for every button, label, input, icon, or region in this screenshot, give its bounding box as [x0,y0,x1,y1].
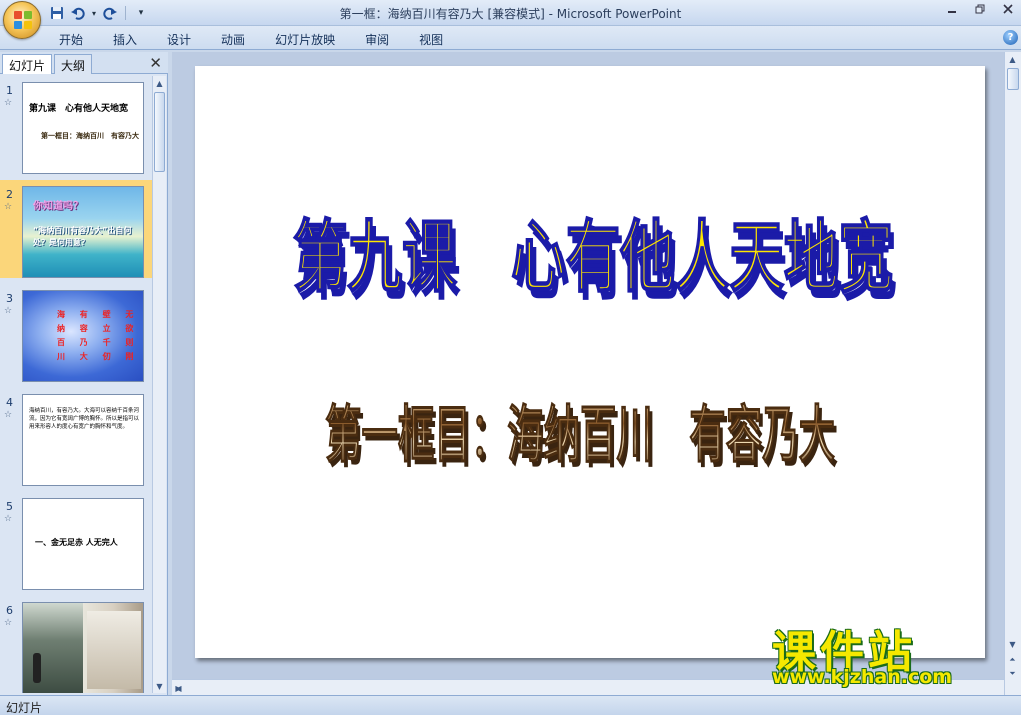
thumb-heading: 你知道吗？ [33,201,83,212]
photo-block-left [23,603,83,693]
thumbnail-image: 第九课 心有他人天地宽 第一框目：海纳百川 有容乃大 [22,82,144,174]
thumbnail-photo [22,602,144,693]
slide-thumbnail-6[interactable]: 6 ☆ [0,596,152,693]
thumbnail-image: 海 有 壁 无 纳 容 立 欲 百 乃 千 则 川 大 仞 刚 [22,290,144,382]
office-button[interactable] [3,1,41,39]
thumb-body: 海纳百川，有容乃大。大海可以容纳千百条河流，因为它有宽阔广博的胸怀。所以是指可以… [29,408,139,430]
previous-slide-icon[interactable]: ⏶ [1006,653,1019,667]
help-icon[interactable]: ? [1003,30,1018,45]
close-pane-icon[interactable]: ✕ [149,54,162,72]
slide-editor: 第九课 心有他人天地宽 第九课 心有他人天地宽 第一框目：海纳百川 有容乃大 第… [172,52,1021,695]
thumb-line-4: 川 大 仞 刚 [57,352,140,361]
minimize-icon[interactable] [945,2,959,16]
office-logo-icon [14,11,32,29]
thumb-title: 一、金无足赤 人无完人 [35,538,118,547]
close-icon[interactable] [1001,2,1015,16]
slide-number: 4 [6,396,13,409]
thumbnail-image: 一、金无足赤 人无完人 [22,498,144,590]
slide-thumbnail-1[interactable]: 1 ☆ 第九课 心有他人天地宽 第一框目：海纳百川 有容乃大 [0,76,152,174]
tab-home[interactable]: 开始 [44,29,98,50]
slide-subtitle: 第一框目：海纳百川 有容乃大 [325,398,835,471]
scroll-up-icon[interactable]: ▲ [1006,52,1019,66]
status-view-label: 幻灯片 [6,701,43,715]
tab-view[interactable]: 视图 [404,29,458,50]
window-title: 第一框：海纳百川有容乃大 [兼容模式] - Microsoft PowerPoi… [339,7,682,21]
slide-number: 1 [6,84,13,97]
watermark: 课件站 www.kjzhan.com [770,616,1005,696]
tab-design[interactable]: 设计 [152,29,206,50]
animation-star-icon: ☆ [4,202,13,212]
thumb-line-1: 海 有 壁 无 [57,310,140,319]
thumbnail-scrollbar[interactable]: ▲ ▼ [152,76,166,693]
scroll-down-icon[interactable]: ▼ [1006,637,1019,651]
thumb-line-3: 百 乃 千 则 [57,338,140,347]
slide-art: 第九课 心有他人天地宽 第九课 心有他人天地宽 第一框目：海纳百川 有容乃大 第… [292,212,897,476]
scroll-down-icon[interactable]: ▼ [153,679,166,693]
thumb-subtitle: 第一框目：海纳百川 有容乃大 [41,132,139,140]
slide-number: 2 [6,188,13,201]
tab-review[interactable]: 审阅 [350,29,404,50]
slide-thumbnail-2[interactable]: 2 ☆ 你知道吗？ “海纳百川有容乃大”出自何处？是何用意？ [0,180,152,278]
status-bar: 幻灯片 [0,695,1021,715]
slide-thumbnail-list: 1 ☆ 第九课 心有他人天地宽 第一框目：海纳百川 有容乃大 2 ☆ 你知道吗？… [0,76,152,693]
animation-star-icon: ☆ [4,98,13,108]
scrollbar-thumb[interactable] [154,92,165,172]
slide-canvas[interactable]: 第九课 心有他人天地宽 第九课 心有他人天地宽 第一框目：海纳百川 有容乃大 第… [195,66,985,658]
tab-slideshow[interactable]: 幻灯片放映 [260,29,350,50]
scroll-right-icon[interactable]: ▶ [172,681,185,695]
tab-outline[interactable]: 大纲 [54,54,93,74]
thumbnail-image: 你知道吗？ “海纳百川有容乃大”出自何处？是何用意？ [22,186,144,278]
slide-thumbnail-3[interactable]: 3 ☆ 海 有 壁 无 纳 容 立 欲 百 乃 千 则 川 大 仞 刚 [0,284,152,382]
photo-figure [33,653,41,683]
slide-vertical-scrollbar[interactable]: ▲ ▼ ⏶ ⏷ [1004,52,1021,695]
pane-tabs: 幻灯片 大纲 ✕ [0,52,168,74]
ribbon: 开始 插入 设计 动画 幻灯片放映 审阅 视图 ? [0,26,1021,50]
animation-star-icon: ☆ [4,410,13,420]
scrollbar-thumb[interactable] [1007,68,1019,90]
tab-animations[interactable]: 动画 [206,29,260,50]
ribbon-tabs: 开始 插入 设计 动画 幻灯片放映 审阅 视图 [44,29,458,50]
slide-thumbnail-4[interactable]: 4 ☆ 海纳百川，有容乃大。大海可以容纳千百条河流，因为它有宽阔广博的胸怀。所以… [0,388,152,486]
thumb-body: “海纳百川有容乃大”出自何处？是何用意？ [33,226,132,247]
animation-star-icon: ☆ [4,514,13,524]
photo-block-right [87,611,141,689]
animation-star-icon: ☆ [4,306,13,316]
slide-title: 第九课 心有他人天地宽 [293,213,893,303]
next-slide-icon[interactable]: ⏷ [1006,667,1019,681]
slide-number: 3 [6,292,13,305]
animation-star-icon: ☆ [4,618,13,628]
slide-number: 6 [6,604,13,617]
watermark-url: www.kjzhan.com [772,666,953,688]
thumbnail-image: 海纳百川，有容乃大。大海可以容纳千百条河流，因为它有宽阔广博的胸怀。所以是指可以… [22,394,144,486]
slide-number: 5 [6,500,13,513]
thumb-line-2: 纳 容 立 欲 [57,324,140,333]
slide-thumbnail-5[interactable]: 5 ☆ 一、金无足赤 人无完人 [0,492,152,590]
restore-icon[interactable] [973,2,987,16]
tab-slides[interactable]: 幻灯片 [2,54,53,74]
window-controls [945,2,1015,16]
tab-insert[interactable]: 插入 [98,29,152,50]
thumb-title: 第九课 心有他人天地宽 [29,104,129,114]
title-bar: ▾ ▾ 第一框：海纳百川有容乃大 [兼容模式] - Microsoft Powe… [0,0,1021,26]
scroll-up-icon[interactable]: ▲ [153,76,166,90]
slides-pane: 幻灯片 大纲 ✕ 1 ☆ 第九课 心有他人天地宽 第一框目：海纳百川 有容乃大 … [0,52,168,695]
